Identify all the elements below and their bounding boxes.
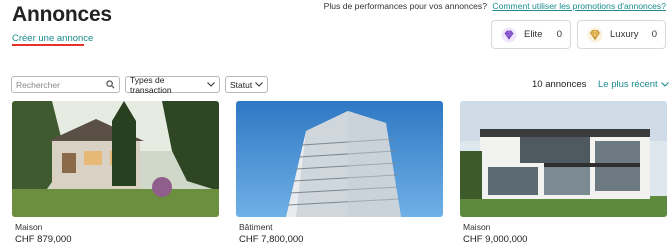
listing-card[interactable]: Maison CHF 879,000 [12, 101, 219, 244]
luxury-label: Luxury [610, 29, 639, 40]
promo-link[interactable]: Comment utiliser les promotions d'annonc… [492, 1, 666, 11]
sort-dropdown[interactable]: Le plus récent [598, 79, 669, 90]
status-dropdown[interactable]: Statut [225, 76, 268, 93]
diamond-icon [500, 26, 518, 44]
chevron-down-icon [255, 82, 263, 87]
active-underline [12, 44, 84, 46]
listing-type: Maison [15, 222, 43, 232]
elite-label: Elite [524, 29, 543, 40]
listing-type: Maison [463, 222, 491, 232]
luxury-badge[interactable]: Luxury 0 [577, 20, 666, 49]
promo-banner: Plus de performances pour vos annonces? … [324, 1, 666, 11]
search-box [11, 76, 120, 93]
listing-image[interactable] [236, 101, 443, 217]
luxury-count: 0 [651, 29, 657, 40]
listing-price: CHF 9,000,000 [463, 234, 528, 244]
results-count: 10 annonces [532, 79, 587, 90]
search-input[interactable] [16, 79, 104, 90]
promo-text: Plus de performances pour vos annonces? [323, 1, 487, 11]
listing-image[interactable] [460, 101, 667, 217]
listing-price: CHF 879,000 [15, 234, 72, 244]
status-label: Statut [230, 79, 253, 90]
search-icon[interactable] [106, 80, 115, 89]
page-title: Annonces [12, 3, 112, 26]
listing-price: CHF 7,800,000 [239, 234, 304, 244]
create-listing-link[interactable]: Créer une annonce [12, 33, 93, 44]
chevron-down-icon [207, 82, 215, 87]
elite-badge[interactable]: Elite 0 [491, 20, 571, 49]
listing-card[interactable]: Maison CHF 9,000,000 [460, 101, 667, 244]
transaction-type-dropdown[interactable]: Types de transaction [125, 74, 220, 95]
listing-image[interactable] [12, 101, 219, 217]
sort-label: Le plus récent [598, 79, 658, 90]
gem-icon [586, 26, 604, 44]
listing-type: Bâtiment [239, 222, 273, 232]
listing-card[interactable]: Bâtiment CHF 7,800,000 [236, 101, 443, 244]
transaction-type-label: Types de transaction [130, 74, 172, 95]
chevron-down-icon [660, 82, 669, 87]
elite-count: 0 [556, 29, 562, 40]
